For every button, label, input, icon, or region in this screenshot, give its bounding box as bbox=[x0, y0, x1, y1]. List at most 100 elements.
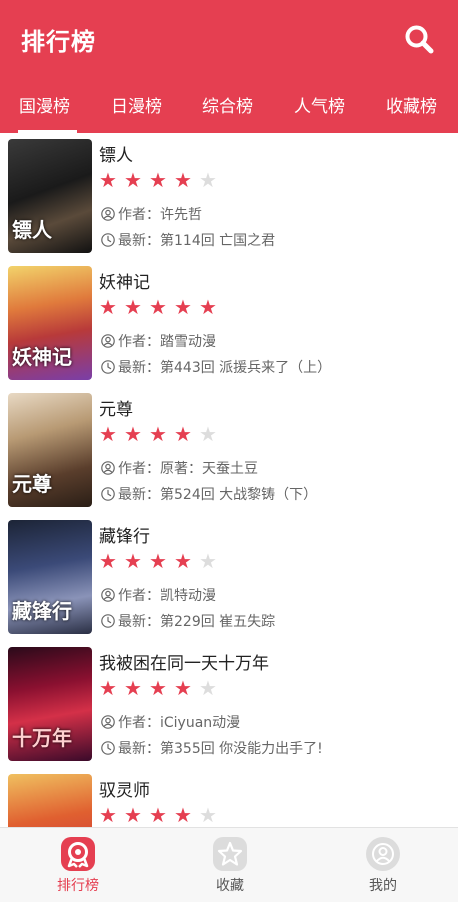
comic-title[interactable]: 元尊 bbox=[99, 395, 133, 420]
app-header: 排行榜 国漫榜 日漫榜 综合榜 人气榜 收藏榜 bbox=[0, 0, 458, 133]
search-icon bbox=[405, 25, 434, 54]
comic-latest-chapter: 最新：第229回 崔五失踪 bbox=[101, 611, 275, 631]
tab-zonghe[interactable]: 综合榜 bbox=[202, 92, 253, 117]
star-filled-icon: ★ bbox=[174, 295, 192, 319]
clock-icon bbox=[101, 487, 115, 501]
author-name: 原著：天蚕土豆 bbox=[160, 461, 258, 477]
profile-icon bbox=[366, 837, 400, 871]
latest-chapter-title: 第355回 你没能力出手了! bbox=[160, 741, 323, 757]
star-empty-icon: ★ bbox=[199, 549, 217, 573]
author-label: 作者： bbox=[118, 461, 160, 477]
star-icon bbox=[213, 837, 247, 871]
comic-latest-chapter: 最新：第524回 大战黎铸（下） bbox=[101, 484, 317, 504]
clock-icon bbox=[101, 360, 115, 374]
tab-guoman[interactable]: 国漫榜 bbox=[19, 92, 70, 117]
comic-list-item[interactable]: 驭灵师 ★ ★ ★ ★ ★ bbox=[0, 768, 458, 827]
star-filled-icon: ★ bbox=[174, 676, 192, 700]
comic-cover-image[interactable]: 元尊 bbox=[8, 393, 92, 507]
bottom-nav: 排行榜 收藏 我的 bbox=[0, 827, 458, 902]
latest-chapter-title: 第229回 崔五失踪 bbox=[160, 614, 276, 630]
latest-label: 最新： bbox=[118, 741, 160, 757]
latest-label: 最新： bbox=[118, 360, 160, 376]
star-filled-icon: ★ bbox=[149, 295, 167, 319]
cover-title-art: 十万年 bbox=[12, 726, 72, 750]
comic-author: 作者：iCiyuan动漫 bbox=[101, 712, 240, 732]
latest-label: 最新： bbox=[118, 487, 160, 503]
star-filled-icon: ★ bbox=[124, 803, 142, 827]
latest-label: 最新： bbox=[118, 233, 160, 249]
clock-icon bbox=[101, 233, 115, 247]
comic-author: 作者：凯特动漫 bbox=[101, 585, 216, 605]
page-title: 排行榜 bbox=[21, 28, 96, 56]
comic-cover-image[interactable]: 妖神记 bbox=[8, 266, 92, 380]
user-icon bbox=[101, 461, 115, 475]
tab-shoucang[interactable]: 收藏榜 bbox=[386, 92, 437, 117]
star-filled-icon: ★ bbox=[99, 422, 117, 446]
star-filled-icon: ★ bbox=[174, 803, 192, 827]
author-name: 踏雪动漫 bbox=[160, 334, 216, 350]
star-filled-icon: ★ bbox=[99, 676, 117, 700]
comic-author: 作者：踏雪动漫 bbox=[101, 331, 216, 351]
star-empty-icon: ★ bbox=[199, 422, 217, 446]
star-filled-icon: ★ bbox=[99, 295, 117, 319]
tab-riman[interactable]: 日漫榜 bbox=[111, 92, 162, 117]
comic-cover-image[interactable]: 镖人 bbox=[8, 139, 92, 253]
comic-list-item[interactable]: 镖人 镖人 ★ ★ ★ ★ ★ 作者：许先哲 最新：第114回 亡国之君 bbox=[0, 133, 458, 260]
comic-list-item[interactable]: 妖神记 妖神记 ★ ★ ★ ★ ★ 作者：踏雪动漫 最新：第443回 派援兵来了（上） bbox=[0, 260, 458, 387]
author-label: 作者： bbox=[118, 207, 160, 223]
comic-list-item[interactable]: 藏锋行 藏锋行 ★ ★ ★ ★ ★ 作者：凯特动漫 最新：第229回 崔五失踪 bbox=[0, 514, 458, 641]
user-icon bbox=[101, 207, 115, 221]
author-name: 许先哲 bbox=[160, 207, 202, 223]
nav-label-favorites: 收藏 bbox=[216, 878, 244, 894]
star-filled-icon: ★ bbox=[174, 422, 192, 446]
comic-latest-chapter: 最新：第114回 亡国之君 bbox=[101, 230, 275, 250]
author-label: 作者： bbox=[118, 588, 160, 604]
comic-latest-chapter: 最新：第443回 派援兵来了（上） bbox=[101, 357, 331, 377]
latest-label: 最新： bbox=[118, 614, 160, 630]
author-label: 作者： bbox=[118, 715, 160, 731]
star-filled-icon: ★ bbox=[124, 676, 142, 700]
comic-latest-chapter: 最新：第355回 你没能力出手了! bbox=[101, 738, 323, 758]
star-filled-icon: ★ bbox=[149, 549, 167, 573]
nav-item-ranking[interactable]: 排行榜 bbox=[38, 828, 118, 902]
cover-title-art: 元尊 bbox=[12, 472, 52, 496]
tab-renqi[interactable]: 人气榜 bbox=[294, 92, 345, 117]
comic-title[interactable]: 驭灵师 bbox=[99, 776, 150, 801]
cover-title-art: 镖人 bbox=[12, 218, 52, 242]
star-empty-icon: ★ bbox=[199, 168, 217, 192]
author-label: 作者： bbox=[118, 334, 160, 350]
comic-title[interactable]: 我被困在同一天十万年 bbox=[99, 649, 269, 674]
comic-list: 镖人 镖人 ★ ★ ★ ★ ★ 作者：许先哲 最新：第114回 亡国之君 妖神记 妖神记 ★ ★ ★ ★ ★ 作… bbox=[0, 133, 458, 827]
author-name: 凯特动漫 bbox=[160, 588, 216, 604]
comic-title[interactable]: 藏锋行 bbox=[99, 522, 150, 547]
search-button[interactable] bbox=[402, 22, 436, 56]
comic-cover-image[interactable]: 十万年 bbox=[8, 647, 92, 761]
star-filled-icon: ★ bbox=[174, 549, 192, 573]
star-filled-icon: ★ bbox=[149, 676, 167, 700]
star-filled-icon: ★ bbox=[124, 549, 142, 573]
comic-cover-image[interactable]: 藏锋行 bbox=[8, 520, 92, 634]
star-empty-icon: ★ bbox=[199, 803, 217, 827]
latest-chapter-title: 第114回 亡国之君 bbox=[160, 233, 276, 249]
comic-author: 作者：许先哲 bbox=[101, 204, 202, 224]
latest-chapter-title: 第443回 派援兵来了（上） bbox=[160, 360, 332, 376]
clock-icon bbox=[101, 741, 115, 755]
star-filled-icon: ★ bbox=[199, 295, 217, 319]
author-name: iCiyuan动漫 bbox=[160, 715, 241, 731]
nav-item-favorites[interactable]: 收藏 bbox=[190, 828, 270, 902]
star-filled-icon: ★ bbox=[124, 295, 142, 319]
user-icon bbox=[101, 334, 115, 348]
nav-item-profile[interactable]: 我的 bbox=[343, 828, 423, 902]
comic-list-item[interactable]: 十万年 我被困在同一天十万年 ★ ★ ★ ★ ★ 作者：iCiyuan动漫 最新：第355回 你… bbox=[0, 641, 458, 768]
comic-list-item[interactable]: 元尊 元尊 ★ ★ ★ ★ ★ 作者：原著：天蚕土豆 最新：第524回 大战黎铸（下） bbox=[0, 387, 458, 514]
clock-icon bbox=[101, 614, 115, 628]
nav-label-ranking: 排行榜 bbox=[57, 878, 99, 894]
comic-cover-image[interactable] bbox=[8, 774, 92, 827]
comic-title[interactable]: 妖神记 bbox=[99, 268, 150, 293]
star-filled-icon: ★ bbox=[149, 803, 167, 827]
star-filled-icon: ★ bbox=[124, 422, 142, 446]
cover-title-art: 妖神记 bbox=[12, 345, 72, 369]
star-filled-icon: ★ bbox=[99, 803, 117, 827]
comic-author: 作者：原著：天蚕土豆 bbox=[101, 458, 258, 478]
comic-title[interactable]: 镖人 bbox=[99, 141, 133, 166]
